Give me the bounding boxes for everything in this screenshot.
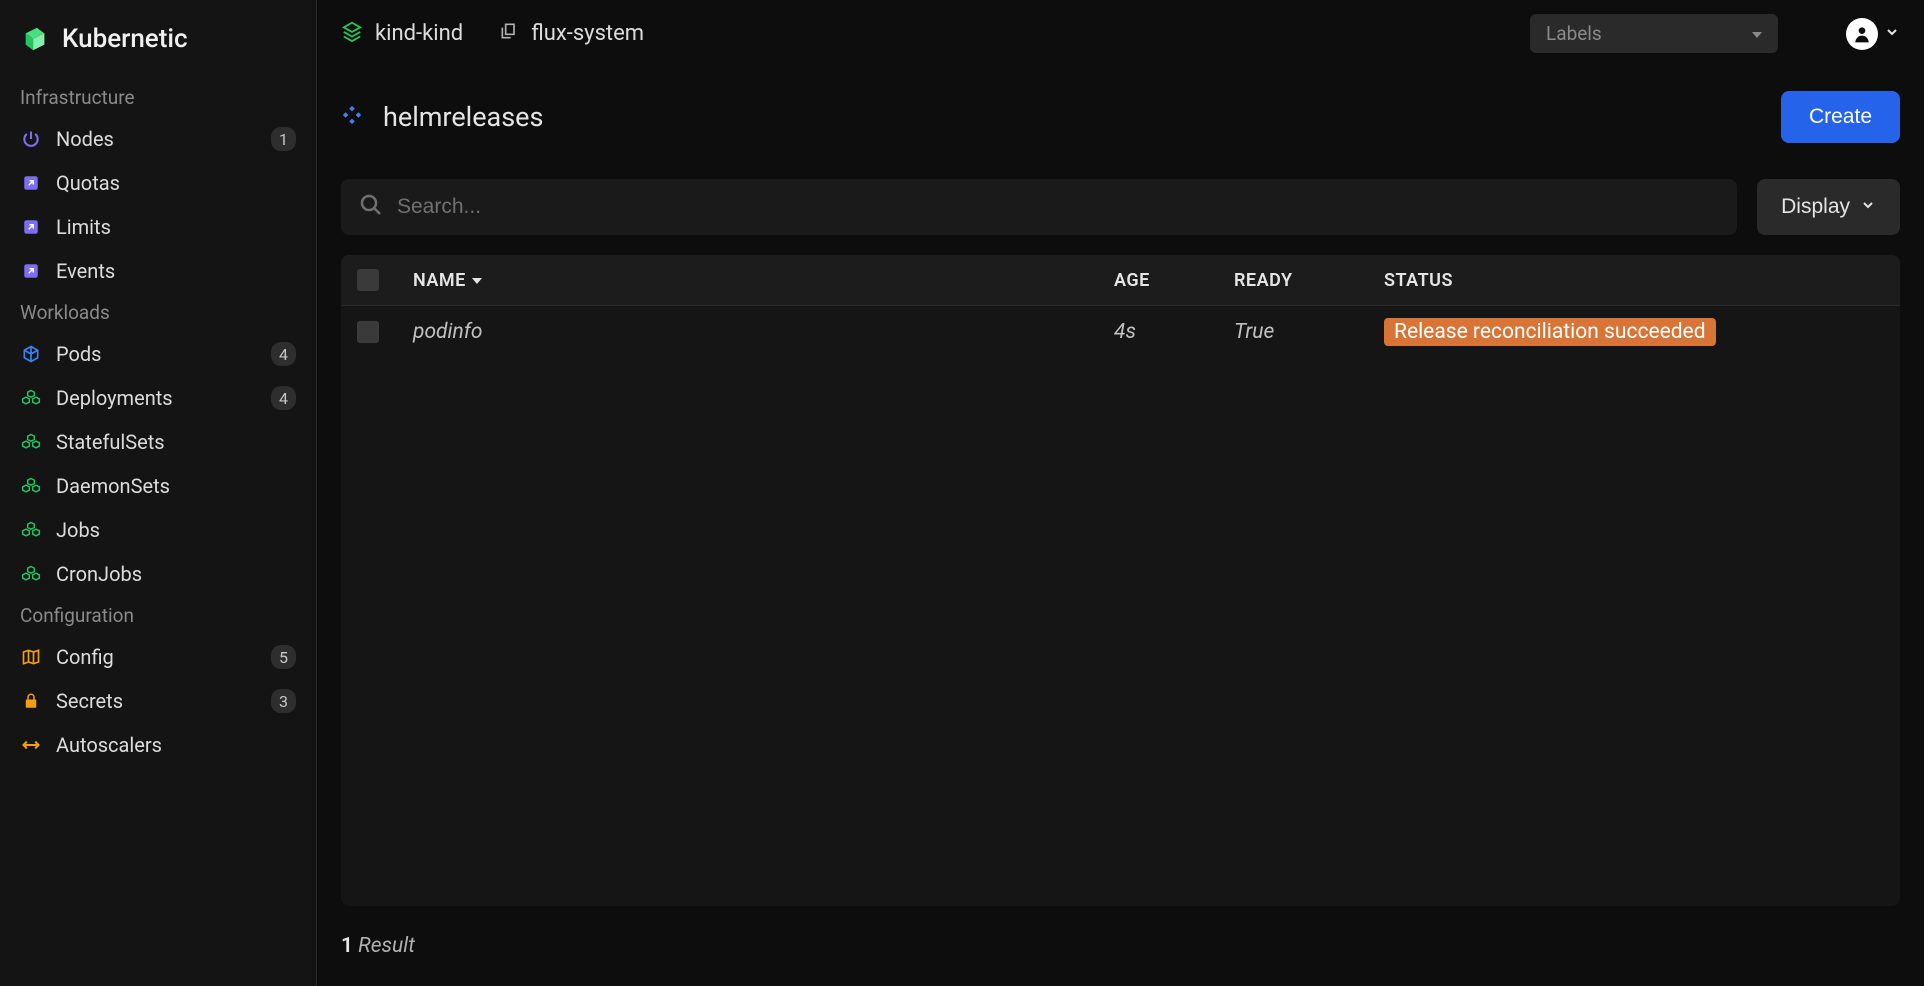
brand-name: Kubernetic bbox=[62, 24, 188, 54]
cell-age: 4s bbox=[1114, 320, 1234, 344]
sidebar-item-label: Quotas bbox=[56, 171, 296, 195]
cubes-icon bbox=[20, 519, 42, 541]
column-header-ready[interactable]: READY bbox=[1234, 270, 1384, 291]
cubes-icon bbox=[20, 475, 42, 497]
sidebar-item-secrets[interactable]: Secrets 3 bbox=[0, 679, 316, 723]
caret-down-icon bbox=[472, 270, 482, 291]
row-checkbox[interactable] bbox=[357, 321, 379, 343]
sidebar-item-quotas[interactable]: Quotas bbox=[0, 161, 316, 205]
column-header-name[interactable]: NAME bbox=[413, 270, 1114, 291]
cube-icon bbox=[20, 343, 42, 365]
breadcrumb-cluster[interactable]: kind-kind bbox=[341, 20, 463, 48]
user-menu[interactable] bbox=[1846, 18, 1900, 50]
sidebar-item-config[interactable]: Config 5 bbox=[0, 635, 316, 679]
sidebar-item-statefulsets[interactable]: StatefulSets bbox=[0, 420, 316, 464]
column-header-status[interactable]: STATUS bbox=[1384, 270, 1884, 291]
sidebar-item-badge: 4 bbox=[271, 342, 296, 366]
sidebar-item-deployments[interactable]: Deployments 4 bbox=[0, 376, 316, 420]
sidebar-item-badge: 4 bbox=[271, 386, 296, 410]
cell-name: podinfo bbox=[413, 320, 1114, 344]
display-button[interactable]: Display bbox=[1757, 179, 1900, 235]
sidebar-item-label: Secrets bbox=[56, 689, 257, 713]
external-icon bbox=[20, 172, 42, 194]
sidebar-item-label: Config bbox=[56, 645, 257, 669]
sidebar-item-label: Events bbox=[56, 259, 296, 283]
labels-dropdown-placeholder: Labels bbox=[1546, 22, 1602, 45]
cubes-icon bbox=[20, 563, 42, 585]
section-title-configuration: Configuration bbox=[0, 596, 316, 635]
copy-icon bbox=[499, 21, 519, 47]
sidebar-item-badge: 1 bbox=[271, 127, 296, 151]
map-icon bbox=[20, 646, 42, 668]
chevron-down-icon bbox=[1884, 24, 1900, 44]
cubes-icon bbox=[20, 431, 42, 453]
page-header: helmreleases Create bbox=[317, 67, 1924, 179]
section-title-workloads: Workloads bbox=[0, 293, 316, 332]
sidebar-item-label: StatefulSets bbox=[56, 430, 296, 454]
user-avatar-icon bbox=[1846, 18, 1878, 50]
power-icon bbox=[20, 128, 42, 150]
section-title-infrastructure: Infrastructure bbox=[0, 78, 316, 117]
sidebar-item-label: Autoscalers bbox=[56, 733, 296, 757]
display-button-label: Display bbox=[1781, 195, 1850, 219]
external-icon bbox=[20, 216, 42, 238]
sidebar-item-label: CronJobs bbox=[56, 562, 296, 586]
cubes-icon bbox=[20, 387, 42, 409]
breadcrumb-namespace-label: flux-system bbox=[531, 21, 644, 46]
cell-ready: True bbox=[1234, 320, 1384, 344]
sidebar-item-pods[interactable]: Pods 4 bbox=[0, 332, 316, 376]
chevron-down-icon bbox=[1860, 195, 1876, 219]
sidebar-item-label: Limits bbox=[56, 215, 296, 239]
table-row[interactable]: podinfo 4s True Release reconciliation s… bbox=[341, 306, 1900, 358]
sidebar-item-badge: 5 bbox=[271, 645, 296, 669]
search-icon bbox=[359, 193, 383, 221]
external-icon bbox=[20, 260, 42, 282]
sidebar-item-autoscalers[interactable]: Autoscalers bbox=[0, 723, 316, 767]
sidebar-item-label: Jobs bbox=[56, 518, 296, 542]
sidebar-item-label: Deployments bbox=[56, 386, 257, 410]
breadcrumb-cluster-label: kind-kind bbox=[375, 21, 463, 46]
lock-icon bbox=[20, 690, 42, 712]
sidebar-item-label: DaemonSets bbox=[56, 474, 296, 498]
resource-icon bbox=[341, 104, 363, 130]
caret-down-icon bbox=[1752, 22, 1762, 45]
select-all-checkbox[interactable] bbox=[357, 269, 379, 291]
sidebar-item-cronjobs[interactable]: CronJobs bbox=[0, 552, 316, 596]
table: NAME AGE READY STATUS podinfo 4s True Re… bbox=[341, 255, 1900, 906]
sidebar-item-label: Pods bbox=[56, 342, 257, 366]
topbar: kind-kind flux-system Labels bbox=[317, 0, 1924, 67]
sidebar-item-jobs[interactable]: Jobs bbox=[0, 508, 316, 552]
create-button[interactable]: Create bbox=[1781, 91, 1900, 143]
sidebar-item-daemonsets[interactable]: DaemonSets bbox=[0, 464, 316, 508]
sidebar: Kubernetic Infrastructure Nodes 1 Quotas… bbox=[0, 0, 317, 986]
column-header-age[interactable]: AGE bbox=[1114, 270, 1234, 291]
page-title: helmreleases bbox=[383, 101, 543, 133]
search-input[interactable] bbox=[397, 195, 1719, 219]
result-count: 1 Result bbox=[317, 906, 1924, 986]
sidebar-item-nodes[interactable]: Nodes 1 bbox=[0, 117, 316, 161]
sidebar-item-events[interactable]: Events bbox=[0, 249, 316, 293]
toolbar: Display bbox=[317, 179, 1924, 255]
layers-icon bbox=[341, 20, 363, 48]
table-header: NAME AGE READY STATUS bbox=[341, 255, 1900, 306]
search-box[interactable] bbox=[341, 179, 1737, 235]
brand-logo-icon bbox=[20, 24, 50, 54]
sidebar-item-badge: 3 bbox=[271, 689, 296, 713]
labels-dropdown[interactable]: Labels bbox=[1530, 14, 1778, 53]
breadcrumb-namespace[interactable]: flux-system bbox=[499, 21, 644, 47]
main-content: kind-kind flux-system Labels helmrelease… bbox=[317, 0, 1924, 986]
sidebar-item-limits[interactable]: Limits bbox=[0, 205, 316, 249]
status-badge: Release reconciliation succeeded bbox=[1384, 318, 1716, 346]
brand[interactable]: Kubernetic bbox=[0, 10, 316, 78]
arrows-icon bbox=[20, 734, 42, 756]
sidebar-item-label: Nodes bbox=[56, 127, 257, 151]
cell-status: Release reconciliation succeeded bbox=[1384, 320, 1884, 344]
